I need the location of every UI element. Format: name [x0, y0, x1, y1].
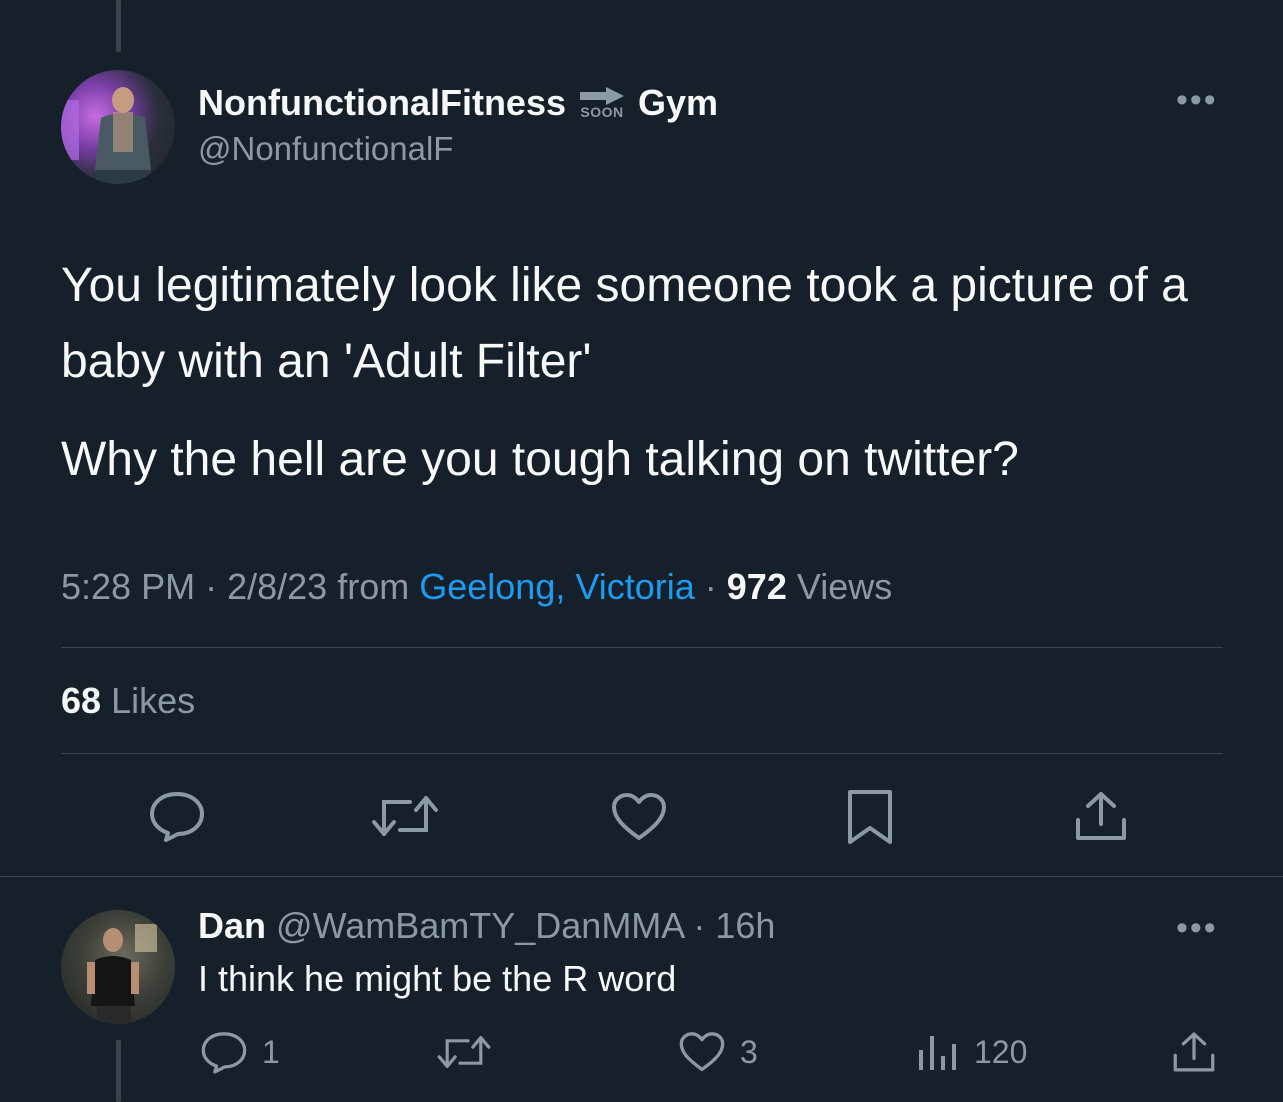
divider — [61, 647, 1223, 648]
avatar-figure — [61, 87, 151, 184]
view-count: 120 — [974, 1033, 1028, 1070]
share-icon — [1076, 792, 1126, 840]
thread-line-bottom — [116, 1040, 121, 1102]
reply-author-name[interactable]: Dan — [198, 905, 266, 946]
views-chart-icon — [919, 1036, 956, 1070]
soon-badge: SOON — [580, 87, 624, 119]
reply-icon — [150, 792, 204, 842]
reply-views-button[interactable]: 120 — [916, 1032, 1027, 1072]
meta-separator: · — [205, 566, 218, 607]
soon-label: SOON — [580, 104, 624, 120]
reply-reply-button[interactable]: 1 — [200, 1030, 280, 1074]
meta-separator: · — [693, 905, 706, 946]
like-count: 3 — [740, 1033, 758, 1070]
author-handle[interactable]: @NonfunctionalF — [198, 130, 453, 168]
tweet-text: You legitimately look like someone took … — [61, 248, 1231, 498]
views-label: Views — [796, 566, 893, 607]
reply-retweet-button[interactable] — [436, 1032, 492, 1072]
retweet-button[interactable] — [370, 792, 440, 840]
tweet-date[interactable]: 2/8/23 — [227, 566, 327, 607]
like-button[interactable] — [610, 792, 668, 842]
author-line: NonfunctionalFitness SOON Gym — [198, 80, 718, 126]
reply-button[interactable] — [148, 790, 206, 842]
heart-icon — [612, 793, 666, 840]
avatar-figure — [87, 924, 157, 1024]
share-icon — [1173, 1032, 1215, 1072]
tweet-meta: 5:28 PM · 2/8/23 from Geelong, Victoria … — [61, 566, 892, 608]
bookmark-icon — [848, 790, 892, 844]
retweet-icon — [437, 1036, 491, 1068]
author-name-suffix[interactable]: Gym — [638, 82, 718, 124]
reply-share-button[interactable] — [1172, 1030, 1216, 1074]
reply-age[interactable]: 16h — [715, 905, 775, 946]
bookmark-button[interactable] — [846, 788, 894, 846]
reply-icon — [201, 1032, 247, 1074]
tweet-text-line: Why the hell are you tough talking on tw… — [61, 433, 1019, 486]
reply-count: 1 — [262, 1033, 280, 1070]
meta-separator: · — [704, 566, 717, 607]
divider — [0, 876, 1283, 877]
reply-avatar[interactable] — [61, 910, 175, 1024]
views-count: 972 — [726, 566, 787, 607]
location-link[interactable]: Geelong, Victoria — [419, 566, 695, 607]
likes-label: Likes — [111, 680, 196, 721]
reply-like-button[interactable]: 3 — [678, 1031, 758, 1073]
reply-text: I think he might be the R word — [198, 958, 677, 999]
divider — [61, 753, 1223, 754]
arrow-right-icon — [580, 87, 624, 105]
tweet-text-line: You legitimately look like someone took … — [61, 259, 1188, 388]
author-avatar[interactable] — [61, 70, 175, 184]
author-name[interactable]: NonfunctionalFitness — [198, 82, 566, 124]
reply-header: Dan @WamBamTY_DanMMA · 16h — [198, 905, 775, 947]
likes-count: 68 — [61, 680, 102, 721]
likes-summary[interactable]: 68 Likes — [61, 680, 195, 722]
from-label: from — [337, 566, 410, 607]
share-button[interactable] — [1074, 790, 1128, 842]
more-options-icon[interactable]: ••• — [1176, 83, 1218, 117]
reply-author-handle[interactable]: @WamBamTY_DanMMA — [276, 905, 683, 946]
heart-icon — [679, 1032, 725, 1072]
retweet-icon — [372, 796, 438, 836]
thread-line-top — [116, 0, 121, 52]
tweet-time[interactable]: 5:28 PM — [61, 566, 195, 607]
more-options-icon[interactable]: ••• — [1176, 911, 1218, 945]
